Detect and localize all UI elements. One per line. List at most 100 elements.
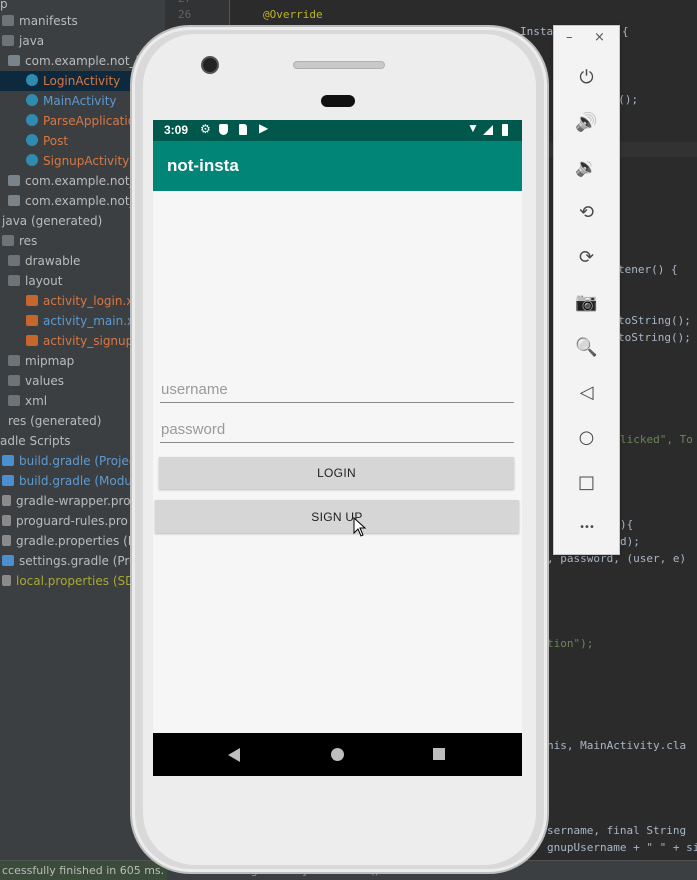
tree-item-label: SignupActivity	[43, 154, 130, 168]
xml-icon	[26, 295, 38, 306]
tree-item[interactable]: ParseApplication	[26, 111, 143, 131]
password-input[interactable]	[160, 417, 514, 443]
back-icon: ◁	[579, 382, 594, 403]
back-nav-icon[interactable]	[226, 747, 242, 763]
tree-item[interactable]: SignupActivity	[26, 151, 129, 171]
app-toolbar: not-insta	[153, 141, 522, 191]
overview-nav-icon[interactable]	[432, 747, 446, 761]
tree-item-label: res (generated)	[8, 414, 102, 428]
front-camera	[201, 56, 219, 74]
tree-item-label: layout	[25, 274, 63, 288]
file-icon	[2, 535, 11, 546]
code-fragment: @Override	[263, 8, 323, 21]
code-fragment: ){	[620, 518, 634, 531]
file-icon	[2, 515, 11, 526]
android-nav-bar	[153, 733, 522, 776]
line-number: 27	[178, 0, 191, 5]
back-button[interactable]: ◁	[554, 370, 619, 415]
phone-screen: 3:09 ⚙ ▶ ▼ not-insta LOGIN SIGN UP	[153, 120, 522, 776]
code-fragment: toString();	[618, 314, 691, 327]
tree-item-label: p	[0, 0, 8, 11]
app-title: not-insta	[167, 156, 239, 175]
username-input[interactable]	[160, 377, 514, 403]
tree-item[interactable]: manifests	[2, 11, 78, 31]
gradle-icon	[2, 475, 14, 486]
tree-item-label: xml	[25, 394, 48, 408]
tree-item-label: com.example.not_in	[25, 194, 147, 208]
volume-down-icon: 🔉	[575, 157, 598, 178]
tree-item[interactable]: res	[2, 231, 37, 251]
overview-button[interactable]: □	[554, 460, 619, 505]
rotate-right-button[interactable]: ⟳	[554, 235, 619, 280]
tree-item[interactable]: java (generated)	[2, 211, 102, 231]
tree-item-label: Post	[43, 134, 69, 148]
class-icon	[26, 94, 38, 106]
folder-icon	[8, 255, 20, 266]
tree-item-label: com.example.not_in	[25, 174, 147, 188]
gradle-icon	[2, 455, 14, 466]
folder-icon	[8, 395, 20, 406]
code-fragment: d);	[620, 535, 640, 548]
tree-item[interactable]: MainActivity	[26, 91, 117, 111]
tree-item[interactable]: com.example.not_in	[8, 191, 147, 211]
tree-item-label: values	[25, 374, 65, 388]
camera-button[interactable]: 📷	[554, 280, 619, 325]
home-button[interactable]: ○	[554, 415, 619, 460]
tree-item[interactable]: res (generated)	[8, 411, 101, 431]
pkg-icon	[8, 195, 20, 206]
status-time: 3:09	[164, 123, 189, 137]
tree-item[interactable]: Post	[26, 131, 68, 151]
login-button[interactable]: LOGIN	[159, 457, 514, 489]
zoom-button[interactable]: 🔍	[554, 325, 619, 370]
tree-item[interactable]: mipmap	[8, 351, 74, 371]
tree-item-label: ParseApplication	[43, 114, 143, 128]
folder-icon	[8, 275, 20, 286]
emulator-side-toolbar: – × ⏻ 🔊 🔉 ⟲ ⟳ 📷 🔍 ◁ ○ □ •••	[553, 25, 620, 555]
pkg-icon	[8, 175, 20, 186]
tree-item[interactable]: drawable	[8, 251, 80, 271]
tree-item[interactable]: com.example.not_in	[8, 171, 147, 191]
mouse-cursor-icon	[353, 517, 367, 537]
more-icon: •••	[579, 522, 595, 533]
folder-icon	[8, 375, 20, 386]
class-icon	[26, 134, 38, 146]
tree-item[interactable]: java	[2, 31, 44, 51]
folder-icon	[2, 15, 14, 26]
minimize-button[interactable]: –	[566, 30, 573, 45]
power-button[interactable]: ⏻	[554, 55, 619, 100]
rotate-left-icon: ⟲	[578, 202, 595, 223]
tree-item[interactable]: xml	[8, 391, 47, 411]
overview-icon: □	[577, 472, 595, 493]
tree-item-label: adle Scripts	[0, 434, 71, 448]
home-nav-icon[interactable]	[330, 747, 345, 762]
more-button[interactable]: •••	[554, 505, 619, 550]
rotate-left-button[interactable]: ⟲	[554, 190, 619, 235]
xml-icon	[26, 315, 38, 326]
class-icon	[26, 114, 38, 126]
pkg-icon	[8, 55, 20, 66]
code-fragment: tener() {	[618, 263, 678, 276]
tree-item[interactable]: layout	[8, 271, 62, 291]
code-fragment: gnupUsername + " " + sig	[547, 841, 697, 854]
code-fragment: licked", To	[620, 433, 693, 446]
code-fragment: sername, final String	[547, 824, 687, 837]
tree-item-label: manifests	[19, 14, 78, 28]
folder-icon	[2, 235, 14, 246]
gradle-icon	[2, 555, 14, 566]
speaker-grille	[293, 61, 385, 69]
volume-down-button[interactable]: 🔉	[554, 145, 619, 190]
file-icon	[2, 495, 11, 506]
volume-up-button[interactable]: 🔊	[554, 100, 619, 145]
tree-item-label: java	[19, 34, 45, 48]
folder-icon	[8, 355, 20, 366]
signup-button[interactable]: SIGN UP	[155, 500, 519, 533]
earpiece	[321, 95, 355, 107]
tree-item-label: drawable	[25, 254, 81, 268]
tree-item[interactable]: adle Scripts	[0, 431, 71, 451]
settings-icon: ⚙	[200, 122, 211, 136]
battery-icon	[502, 124, 508, 136]
close-button[interactable]: ×	[594, 30, 605, 45]
tree-item[interactable]: values	[8, 371, 64, 391]
power-icon: ⏻	[579, 67, 594, 88]
tree-item-label: MainActivity	[43, 94, 117, 108]
